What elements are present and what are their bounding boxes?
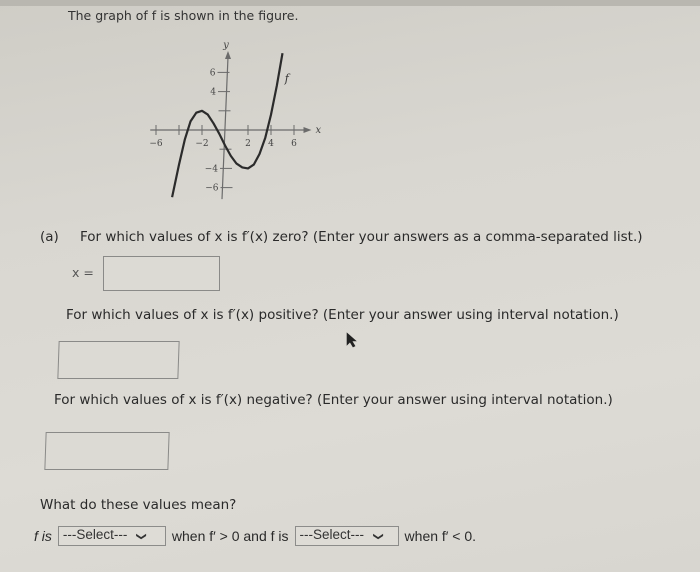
y-axis-label: y [222,40,229,51]
x-tick-label: 2 [245,139,251,149]
x-tick-label: 4 [268,139,274,149]
positive-interval-input[interactable] [57,341,180,379]
negative-interval-input[interactable] [44,432,170,470]
question-f-prime-negative: For which values of x is f′(x) negative?… [54,392,613,408]
increasing-decreasing-select-1[interactable]: ---Select--- ❯ [57,526,166,546]
question-f-prime-positive: For which values of x is f′(x) positive?… [66,307,619,323]
mouse-cursor-icon [346,332,358,352]
x-axis-arrow-icon [303,127,312,133]
intro-text: The graph of f is shown in the figure. [68,8,299,23]
x-equals-label: x = [72,265,94,280]
increasing-decreasing-select-2[interactable]: ---Select--- ❯ [294,526,399,546]
sentence-part-3: when f′ < 0. [404,528,477,544]
x-tick-label: 6 [291,139,297,149]
y-tick-label: −6 [205,184,219,194]
sentence-part-2: when f′ > 0 and f is [171,528,289,544]
question-f-prime-zero: For which values of x is f′(x) zero? (En… [80,229,643,245]
curve-label: f [284,72,291,85]
select-1-value: ---Select--- [62,527,128,542]
function-graph: −6 −2 2 4 6 −6 −4 4 6 x y f [149,40,322,200]
question-meaning: What do these values mean? [40,497,237,513]
y-axis-arrow-icon [225,51,231,60]
x-axis-label: x [316,125,322,136]
y-axis [221,57,229,200]
chevron-down-icon: ❯ [135,532,147,541]
meaning-sentence: f is ---Select--- ❯ when f′ > 0 and f is… [34,526,476,546]
screen-top-edge [0,0,700,6]
zero-values-input[interactable] [103,256,220,291]
x-tick-label: −6 [149,139,163,149]
y-tick-label: 4 [210,88,216,98]
sentence-part-1: f is [34,528,52,544]
y-tick-label: −4 [205,164,219,174]
y-tick-label: 6 [210,68,216,78]
chevron-down-icon: ❯ [372,532,384,541]
x-tick-label: −2 [195,139,208,149]
part-a-label: (a) [40,229,59,245]
select-2-value: ---Select--- [299,527,365,542]
